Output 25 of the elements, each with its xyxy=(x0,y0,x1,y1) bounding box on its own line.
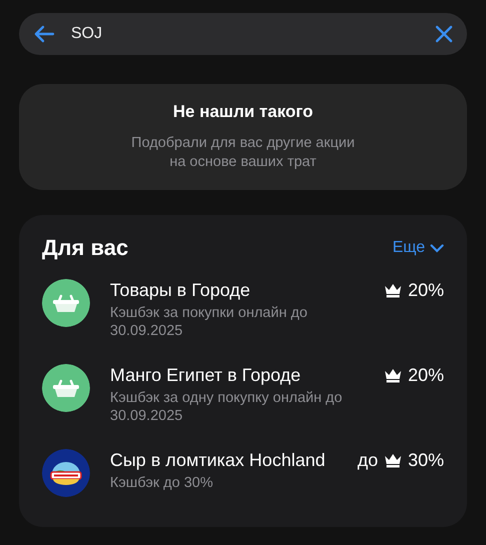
empty-state-title: Не нашли такого xyxy=(172,102,313,122)
offer-title[interactable]: Сыр в ломтиках Hochland xyxy=(110,449,338,471)
offer-title[interactable]: Манго Египет в Городе xyxy=(110,364,364,386)
offer-subtitle: Кэшбэк за одну покупку онлайн до 30.09.2025 xyxy=(110,389,344,425)
crown-icon xyxy=(384,452,402,468)
search-bar[interactable]: SOJ xyxy=(19,13,467,55)
offer-title[interactable]: Товары в Городе xyxy=(110,279,364,301)
chevron-down-icon xyxy=(430,244,444,252)
empty-state-text: Подобрали для вас другие акции на основе ваших трат xyxy=(131,134,355,172)
section-title: Для вас xyxy=(42,235,128,261)
cashback-percent: 20% xyxy=(408,280,444,300)
cashback-percent: 30% xyxy=(408,450,444,470)
search-field[interactable]: SOJ xyxy=(71,25,419,43)
cashback-prefix: до xyxy=(357,450,378,470)
more-button[interactable]: Еще xyxy=(392,239,444,257)
crown-icon xyxy=(384,282,402,298)
offer-subtitle: Кэшбэк до 30% xyxy=(110,474,214,492)
basket-icon xyxy=(42,364,90,412)
back-arrow-icon[interactable] xyxy=(33,25,55,43)
basket-icon xyxy=(42,279,90,327)
cashback-percent: 20% xyxy=(408,364,444,386)
close-icon[interactable] xyxy=(435,25,453,43)
brand-logo-icon xyxy=(42,449,90,497)
crown-icon xyxy=(384,368,402,382)
offer-subtitle: Кэшбэк за покупки онлайн до 30.09.2025 xyxy=(110,304,308,340)
